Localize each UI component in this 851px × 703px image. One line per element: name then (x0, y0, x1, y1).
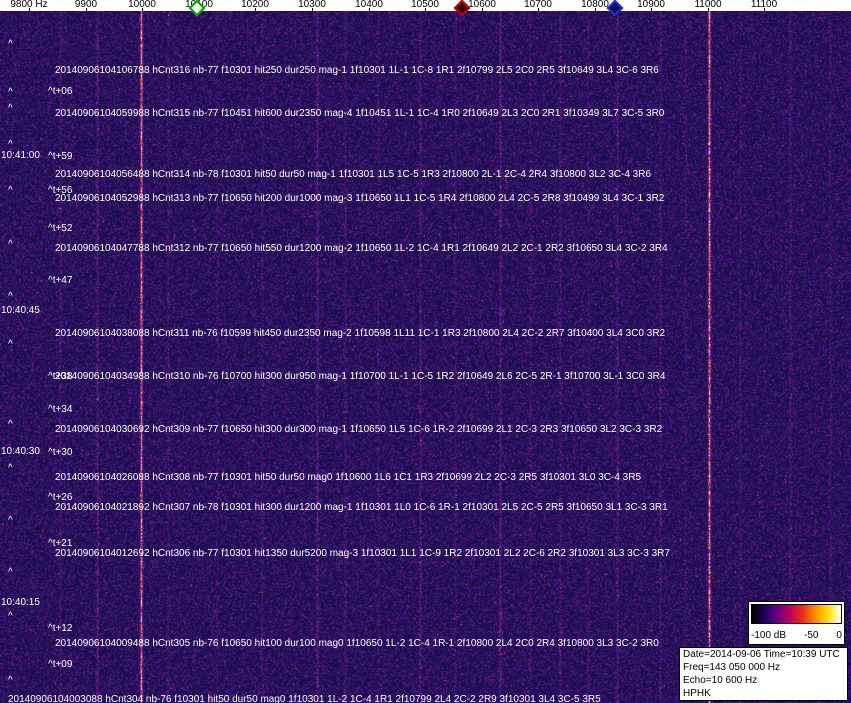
detection-log-line: 20140906104038088 hCnt311 nb-76 f10599 h… (55, 328, 666, 339)
second-tick-caret: ^ (8, 515, 13, 526)
info-station: HPHK (683, 688, 711, 699)
axis-tick-mark (708, 8, 709, 11)
info-frequency: Freq=143 050 000 Hz (683, 662, 781, 673)
axis-tick-mark (764, 8, 765, 11)
second-tick-caret: ^ (8, 463, 13, 474)
relative-time-marker: ^t+12 (48, 623, 73, 634)
detection-log-line: 20140906104052988 hCnt313 nb-77 f10650 h… (55, 193, 665, 204)
second-tick-caret: ^ (8, 611, 13, 622)
relative-time-marker: ^t+26 (48, 492, 73, 503)
detection-log-line: 20140906104047788 hCnt312 nb-77 f10650 h… (55, 243, 668, 254)
relative-time-marker: ^t+34 (48, 404, 73, 415)
second-tick-caret: ^ (8, 339, 13, 350)
relative-time-marker: ^t+09 (48, 659, 73, 670)
detection-log-line: 20140906104106788 hCnt316 nb-77 f10301 h… (55, 65, 659, 76)
time-axis-label: 10:40:15 (1, 597, 40, 608)
second-tick-caret: ^ (8, 87, 13, 98)
relative-time-marker: ^t+30 (48, 447, 73, 458)
info-echo: Echo=10 600 Hz (683, 675, 758, 686)
time-axis-label: 10:40:30 (1, 446, 40, 457)
detection-log-line: 20140906104056488 hCnt314 nb-78 f10301 h… (55, 169, 652, 180)
time-axis-label: 10:40:45 (1, 305, 40, 316)
second-tick-caret: ^ (8, 291, 13, 302)
detection-log-line: 20140906104059988 hCnt315 nb-77 f10451 h… (55, 108, 665, 119)
second-tick-caret: ^ (8, 567, 13, 578)
axis-tick-mark (369, 8, 370, 11)
second-tick-caret: ^ (8, 103, 13, 114)
status-info-box: Date=2014-09-06 Time=10:39 UTC Freq=143 … (679, 647, 848, 701)
axis-tick-mark (86, 8, 87, 11)
relative-time-marker: ^t+21 (48, 538, 73, 549)
relative-time-marker: ^t+52 (48, 223, 73, 234)
relative-time-marker: ^t+59 (48, 151, 73, 162)
second-tick-caret: ^ (8, 419, 13, 430)
axis-tick-mark (651, 8, 652, 11)
second-tick-caret: ^ (8, 675, 13, 686)
axis-tick-mark (312, 8, 313, 11)
frequency-axis: 9800 Hz990010000101001020010300104001050… (0, 0, 851, 11)
relative-time-marker: ^t+47 (48, 275, 73, 286)
colorbar-max-label: 0 (836, 630, 842, 641)
second-tick-caret: ^ (8, 239, 13, 250)
axis-tick-mark (255, 8, 256, 11)
info-date-time: Date=2014-09-06 Time=10:39 UTC (683, 649, 840, 660)
axis-tick-mark (538, 8, 539, 11)
colorbar-min-label: -100 dB (751, 630, 787, 641)
detection-log-line: 20140906104009488 hCnt305 nb-76 f10650 h… (55, 638, 659, 649)
detection-log-line: 20140906104030692 hCnt309 nb-77 f10650 h… (55, 424, 663, 435)
axis-tick-mark (425, 8, 426, 11)
detection-log-line: 20140906104003088 hCnt304 nb-76 f10301 h… (8, 694, 601, 703)
detection-log-line: 20140906104012692 hCnt306 nb-77 f10301 h… (55, 548, 670, 559)
detection-log-line: 20140906104021892 hCnt307 nb-78 f10301 h… (55, 502, 668, 513)
second-tick-caret: ^ (8, 39, 13, 50)
relative-time-marker: ^t+38 (48, 371, 73, 382)
axis-tick-mark (142, 8, 143, 11)
screen: 9800 Hz990010000101001020010300104001050… (0, 0, 851, 703)
colorbar-mid-label: -50 (804, 630, 819, 641)
relative-time-marker: ^t+56 (48, 185, 73, 196)
colorbar-labels: -100 dB -50 0 (751, 631, 842, 641)
axis-tick-mark (482, 8, 483, 11)
second-tick-caret: ^ (8, 139, 13, 150)
time-axis-label: 10:41:00 (1, 150, 40, 161)
axis-tick-mark (29, 8, 30, 11)
colorbar-gradient (751, 604, 842, 624)
detection-log-line: 20140906104026088 hCnt308 nb-77 f10301 h… (55, 472, 642, 483)
detection-log-line: 20140906104034988 hCnt310 nb-76 f10700 h… (55, 371, 666, 382)
colorbar-legend: -100 dB -50 0 (748, 601, 845, 645)
overlay-layer: 10:41:00 10:40:45 10:40:30 10:40:15 20140906… (0, 0, 851, 703)
second-tick-caret: ^ (8, 185, 13, 196)
relative-time-marker: ^t+06 (48, 86, 73, 97)
axis-tick-mark (595, 8, 596, 11)
